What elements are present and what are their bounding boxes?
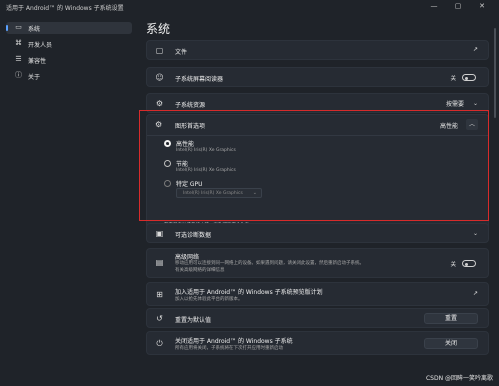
watermark: CSDN @回眸一笑吟离歌 [425,375,493,382]
divider [147,135,488,136]
advanced-network-link[interactable]: 有关高级网络的详细信息 [175,267,225,273]
shutdown-button[interactable]: 关闭 [424,338,478,349]
close-button[interactable]: ✕ [479,2,493,10]
title-bar: 适用于 Android™ 的 Windows 子系统设置 — ▢ ✕ [0,0,499,16]
gpu-select-value: Intel(R) Iris(R) Xe Graphics [183,191,243,196]
maximize-button[interactable]: ▢ [455,2,469,10]
preview-sub: 加入以抢先体验此平台的新版本。 [175,297,243,302]
sidebar: ▭ 系统 ⌘ 开发人员 ☰ 兼容性 ⓘ 关于 [0,16,136,386]
window-controls: — ▢ ✕ [431,2,493,10]
option-high-performance-label: 高性能 [176,141,195,148]
power-icon: ⏻ [156,339,163,348]
shutdown-sub: 所有应用将关闭，子系统将在下次打开应用时重新启动 [175,346,283,351]
preview-program-row[interactable]: ⊞ 加入适用于 Android™ 的 Windows 子系统预览版计划 加入以抢… [146,282,489,306]
reset-icon: ↺ [156,314,163,323]
page-title: 系统 [146,22,171,36]
sliders-icon: ⚙ [155,99,164,108]
chevron-down-icon: ⌄ [472,230,478,237]
radio-power-saving[interactable] [164,160,171,167]
scrollbar-thumb[interactable] [494,28,496,118]
sidebar-item-label: 开发人员 [28,42,53,49]
external-link-icon: ↗ [472,46,478,53]
gpu-select[interactable]: Intel(R) Iris(R) Xe Graphics ⌄ [176,188,262,198]
advanced-network-desc: 移动应用可以连接到同一网络上的设备。如果遇到问题，请关闭此设置，然后重新启动子系… [175,261,364,266]
radio-high-performance[interactable] [164,140,171,147]
active-indicator [6,25,8,31]
advanced-network-toggle[interactable] [462,260,476,267]
option-specific-gpu-label: 特定 GPU [176,181,203,188]
compatibility-icon: ☰ [15,55,22,63]
reset-row: ↺ 重置为默认值 重置 [146,308,489,328]
screen-reader-state: 关 [450,76,456,82]
diagnostics-label: 可选诊断数据 [175,232,212,239]
shutdown-row: ⏻ 关闭适用于 Android™ 的 Windows 子系统 所有应用将关闭，子… [146,331,489,355]
screen-reader-icon: ☺ [155,73,164,82]
graphics-value: 高性能 [439,123,458,130]
sidebar-item-label: 系统 [28,26,41,33]
sidebar-item-about[interactable]: ⓘ 关于 [6,70,132,82]
advanced-network-state: 关 [450,262,456,268]
graphics-label: 图形首选项 [175,123,206,130]
system-icon: ▭ [15,23,22,31]
external-link-icon: ↗ [472,290,478,297]
sidebar-item-system[interactable]: ▭ 系统 [6,22,132,34]
sidebar-item-label: 关于 [28,74,41,81]
files-label: 文件 [175,49,188,56]
info-icon: ⓘ [15,71,22,79]
reset-label: 重置为默认值 [175,317,212,324]
developer-icon: ⌘ [15,39,22,47]
main-content: 系统 ▢ 文件 ↗ ☺ 子系统屏幕阅读器 关 ⚙ 子系统资源 按需要 ⌄ ⚙ 图… [136,16,499,386]
sidebar-item-label: 兼容性 [28,58,47,65]
screen-reader-label: 子系统屏幕阅读器 [175,76,224,83]
scrollbar[interactable] [494,16,497,356]
screen-reader-toggle[interactable] [462,74,476,81]
resources-value: 按需要 [445,101,464,108]
option-power-saving-label: 节能 [176,161,189,168]
sidebar-item-developer[interactable]: ⌘ 开发人员 [6,38,132,50]
resources-row[interactable]: ⚙ 子系统资源 按需要 ⌄ [146,93,489,113]
radio-specific-gpu[interactable] [164,180,171,187]
network-icon: ▤ [155,258,164,267]
graphics-preference-panel: ⚙ 图形首选项 高性能 ︿ [146,114,489,236]
preview-label: 加入适用于 Android™ 的 Windows 子系统预览版计划 [175,289,323,296]
option-high-performance-sub: Intel(R) Iris(R) Xe Graphics [176,148,236,153]
folder-icon: ▢ [155,46,164,55]
preview-icon: ⊞ [156,290,163,299]
advanced-network-row: ▤ 高级网络 移动应用可以连接到同一网络上的设备。如果遇到问题，请关闭此设置，然… [146,248,489,278]
chevron-up-icon[interactable]: ︿ [466,119,478,130]
window-title: 适用于 Android™ 的 Windows 子系统设置 [6,5,124,12]
chevron-down-icon: ⌄ [252,190,257,196]
reset-button[interactable]: 重置 [424,313,478,324]
chevron-down-icon: ⌄ [472,100,478,107]
sidebar-item-compatibility[interactable]: ☰ 兼容性 [6,54,132,66]
screen-reader-row: ☺ 子系统屏幕阅读器 关 [146,67,489,87]
files-row[interactable]: ▢ 文件 ↗ [146,40,489,60]
resources-label: 子系统资源 [175,102,206,109]
diagnostics-icon: ▣ [155,229,164,238]
minimize-button[interactable]: — [431,2,445,10]
diagnostics-row[interactable]: ▣ 可选诊断数据 ⌄ [146,223,489,243]
option-power-saving-sub: Intel(R) Iris(R) Xe Graphics [176,168,236,173]
shutdown-label: 关闭适用于 Android™ 的 Windows 子系统 [175,338,293,345]
graphics-icon: ⚙ [155,120,163,129]
